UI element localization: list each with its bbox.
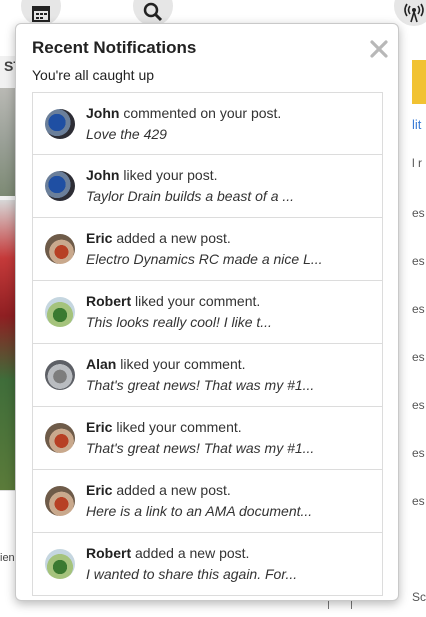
- avatar: [45, 171, 75, 201]
- notification-snippet: I wanted to share this again. For...: [86, 566, 298, 582]
- notification-action: commented on your post.: [123, 105, 282, 121]
- notification-action: added a new post.: [116, 230, 231, 246]
- background-photo: [0, 88, 16, 196]
- notification-user: Eric: [86, 482, 113, 498]
- close-button[interactable]: [368, 38, 390, 60]
- background-right-text: es: [412, 206, 425, 220]
- notification-action: added a new post.: [135, 545, 250, 561]
- avatar: [45, 297, 75, 327]
- popup-subtitle: You're all caught up: [32, 67, 155, 83]
- notification-item[interactable]: Eric added a new post. Electro Dynamics …: [32, 218, 383, 281]
- notification-user: Eric: [86, 419, 113, 435]
- notification-item[interactable]: Eric added a new post. Here is a link to…: [32, 470, 383, 533]
- background-right-text: l r: [412, 156, 422, 170]
- background-right-text: es: [412, 494, 425, 508]
- notification-user: Robert: [86, 293, 132, 309]
- background-right-text: es: [412, 254, 425, 268]
- notification-snippet: This looks really cool! I like t...: [86, 314, 272, 330]
- background-right-link[interactable]: lit: [412, 117, 421, 132]
- background-bottom-text: Sc: [412, 590, 426, 604]
- avatar: [45, 360, 75, 390]
- notification-snippet: That's great news! That was my #1...: [86, 440, 315, 456]
- notification-user: Robert: [86, 545, 132, 561]
- background-photo: [0, 200, 16, 490]
- notification-user: Eric: [86, 230, 113, 246]
- notification-item[interactable]: Eric liked your comment. That's great ne…: [32, 407, 383, 470]
- avatar: [45, 549, 75, 579]
- notification-user: John: [86, 167, 120, 183]
- notification-list[interactable]: John commented on your post. Love the 42…: [32, 92, 383, 600]
- avatar: [45, 486, 75, 516]
- notification-item[interactable]: Robert added a new post. I wanted to sha…: [32, 533, 383, 596]
- notification-snippet: Here is a link to an AMA document...: [86, 503, 313, 519]
- notification-user: John: [86, 105, 120, 121]
- notification-action: liked your comment.: [116, 419, 242, 435]
- avatar: [45, 109, 75, 139]
- close-icon[interactable]: [370, 40, 388, 58]
- avatar: [45, 234, 75, 264]
- notification-action: liked your comment.: [120, 356, 246, 372]
- notification-item[interactable]: John commented on your post. Love the 42…: [32, 92, 383, 155]
- notification-user: Alan: [86, 356, 117, 372]
- background-right-text: es: [412, 302, 425, 316]
- popup-title: Recent Notifications: [32, 38, 197, 57]
- notification-snippet: That's great news! That was my #1...: [86, 377, 315, 393]
- broadcast-icon[interactable]: [394, 0, 426, 26]
- background-left-text: ien: [0, 552, 15, 564]
- avatar: [45, 423, 75, 453]
- background-accent-block: [412, 60, 426, 104]
- notification-snippet: Taylor Drain builds a beast of a ...: [86, 188, 295, 204]
- notification-item[interactable]: Robert liked your comment. This looks re…: [32, 281, 383, 344]
- notification-snippet: Love the 429: [86, 126, 167, 142]
- background-right-text: es: [412, 446, 425, 460]
- notification-item[interactable]: Alan liked your comment. That's great ne…: [32, 344, 383, 407]
- notification-action: liked your comment.: [135, 293, 261, 309]
- notification-item[interactable]: John liked your post. Taylor Drain build…: [32, 155, 383, 218]
- background-right-column: [396, 56, 426, 616]
- background-right-text: es: [412, 398, 425, 412]
- notification-snippet: Electro Dynamics RC made a nice L...: [86, 251, 323, 267]
- notification-action: added a new post.: [116, 482, 231, 498]
- notification-action: liked your post.: [123, 167, 218, 183]
- notifications-popup: Recent Notifications You're all caught u…: [15, 23, 399, 601]
- background-right-text: es: [412, 350, 425, 364]
